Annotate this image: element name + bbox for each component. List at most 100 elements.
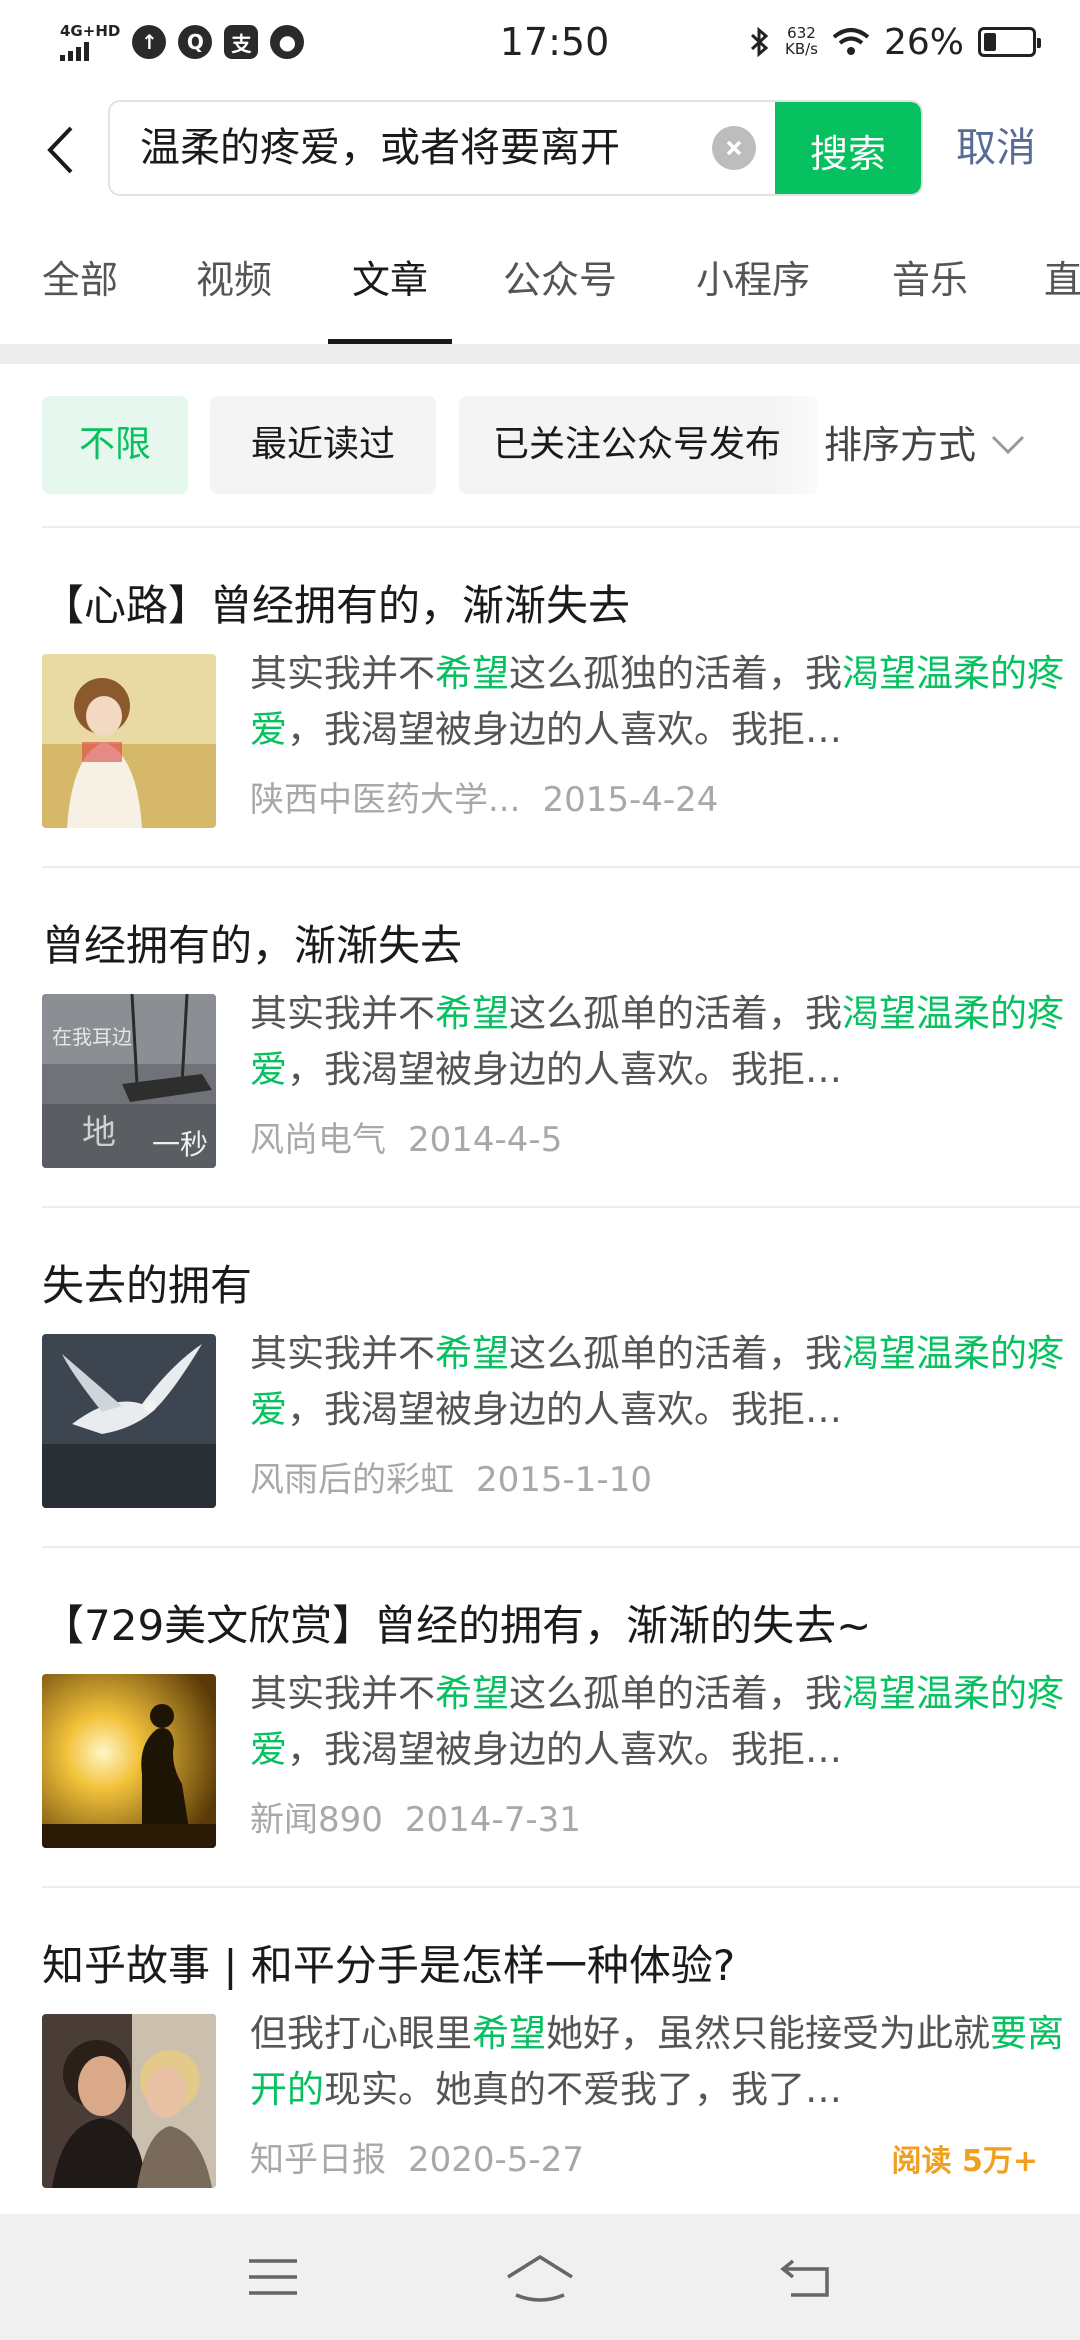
signal-icon xyxy=(60,41,89,61)
result-source[interactable]: 陕西中医药大学... xyxy=(250,780,520,820)
search-header: 温柔的疼爱，或者将要离开 搜索 取消 xyxy=(0,100,1080,200)
clock: 17:50 xyxy=(499,20,610,64)
result-date: 2015-4-24 xyxy=(542,780,719,820)
tab-music[interactable]: 音乐 xyxy=(892,240,968,344)
result-source[interactable]: 知乎日报 xyxy=(250,2140,386,2180)
result-date: 2020-5-27 xyxy=(408,2140,584,2180)
result-item[interactable]: 【心路】曾经拥有的，渐渐失去 其实我并不希望这么孤独的活着，我渴望温柔的疼爱，我… xyxy=(42,526,1080,866)
filter-chip-any[interactable]: 不限 xyxy=(42,396,188,494)
snippet-text: 这么孤单的活着，我 xyxy=(509,1332,842,1375)
result-title[interactable]: 知乎故事 | 和平分手是怎样一种体验? xyxy=(42,1932,735,1993)
wifi-icon xyxy=(832,28,870,55)
tab-mini-program[interactable]: 小程序 xyxy=(696,240,810,344)
result-date: 2014-7-31 xyxy=(404,1800,581,1840)
result-meta: 知乎日报 2020-5-27 xyxy=(250,2132,584,2181)
tab-video[interactable]: 视频 xyxy=(196,240,272,344)
result-thumbnail[interactable]: 在我耳边 一秒 地 xyxy=(42,994,216,1168)
thumbnail-image xyxy=(42,654,216,828)
result-item[interactable]: 失去的拥有 其实我并不希望这么孤单的活着，我渴望温柔的疼爱，我渴望被身边的人喜欢… xyxy=(42,1206,1080,1546)
battery-percent: 26% xyxy=(883,21,964,63)
snippet-text: 其实我并不 xyxy=(250,1672,435,1715)
back-button[interactable] xyxy=(30,118,90,182)
result-thumbnail[interactable] xyxy=(42,1334,216,1508)
result-snippet: 但我打心眼里希望她好，虽然只能接受为此就要离开的现实。她真的不爱我了，我了… xyxy=(250,2006,1070,2118)
filter-chip-followed[interactable]: 已关注公众号发布 xyxy=(459,396,819,494)
cancel-button[interactable]: 取消 xyxy=(956,100,1036,196)
upload-icon: ↑ xyxy=(132,25,167,59)
message-icon: ● xyxy=(270,25,305,59)
snippet-text: 她好，虽然只能接受为此就 xyxy=(546,2012,990,2055)
tab-article[interactable]: 文章 xyxy=(328,240,452,344)
result-source[interactable]: 新闻890 xyxy=(250,1800,383,1840)
bluetooth-icon xyxy=(750,26,769,58)
result-snippet: 其实我并不希望这么孤独的活着，我渴望温柔的疼爱，我渴望被身边的人喜欢。我拒… xyxy=(250,646,1070,758)
tab-official-account[interactable]: 公众号 xyxy=(503,240,617,344)
result-thumbnail[interactable] xyxy=(42,1674,216,1848)
sort-dropdown[interactable]: 排序方式 xyxy=(818,396,1027,494)
result-date: 2014-4-5 xyxy=(408,1120,563,1160)
result-snippet: 其实我并不希望这么孤单的活着，我渴望温柔的疼爱，我渴望被身边的人喜欢。我拒… xyxy=(250,1666,1070,1778)
clear-icon xyxy=(726,140,742,156)
thumbnail-image: 在我耳边 一秒 地 xyxy=(42,994,216,1168)
result-thumbnail[interactable] xyxy=(42,654,216,828)
search-button[interactable]: 搜索 xyxy=(775,102,921,194)
snippet-text: 其实我并不 xyxy=(250,1332,435,1375)
clear-button[interactable] xyxy=(712,126,756,170)
result-snippet: 其实我并不希望这么孤单的活着，我渴望温柔的疼爱，我渴望被身边的人喜欢。我拒… xyxy=(250,986,1070,1098)
result-meta: 新闻890 2014-7-31 xyxy=(250,1792,581,1841)
svg-text:地: 地 xyxy=(82,1113,116,1153)
status-right: 632 KB/s 26% xyxy=(749,21,1041,63)
network-type: 4G+HD xyxy=(60,21,121,40)
snippet-text: ，我渴望被身边的人喜欢。我拒… xyxy=(287,1048,842,1091)
tab-all[interactable]: 全部 xyxy=(42,240,118,344)
browser-icon: Q xyxy=(178,25,213,59)
result-title[interactable]: 【心路】曾经拥有的，渐渐失去 xyxy=(42,572,630,633)
snippet-text: 但我打心眼里 xyxy=(250,2012,472,2055)
search-input[interactable]: 温柔的疼爱，或者将要离开 xyxy=(140,102,700,194)
thumbnail-image xyxy=(42,1334,216,1508)
menu-icon xyxy=(249,2259,298,2295)
category-tabs: 全部 视频 文章 公众号 小程序 音乐 直 xyxy=(0,240,1080,344)
result-title[interactable]: 曾经拥有的，渐渐失去 xyxy=(42,912,462,973)
result-source[interactable]: 风尚电气 xyxy=(250,1120,386,1160)
back-nav-button[interactable] xyxy=(762,2242,852,2312)
result-item[interactable]: 知乎故事 | 和平分手是怎样一种体验? 但我打心眼里希望她好，虽然只能接受为此就… xyxy=(42,1886,1080,2226)
battery-level xyxy=(984,33,996,51)
sort-label: 排序方式 xyxy=(824,423,977,467)
snippet-highlight: 希望 xyxy=(472,2012,546,2055)
menu-button[interactable] xyxy=(228,2242,318,2312)
tab-live[interactable]: 直 xyxy=(1044,240,1080,344)
thumbnail-image xyxy=(42,1674,216,1848)
section-divider xyxy=(0,344,1080,364)
result-item[interactable]: 【729美文欣赏】曾经的拥有，渐渐的失去~ 其实我并不希望这么孤单的活着，我渴望… xyxy=(42,1546,1080,1886)
back-arrow-icon xyxy=(47,126,73,174)
home-button[interactable] xyxy=(495,2242,585,2312)
snippet-text: ，我渴望被身边的人喜欢。我拒… xyxy=(287,708,842,751)
result-meta: 陕西中医药大学... 2015-4-24 xyxy=(250,772,718,821)
snippet-text: ，我渴望被身边的人喜欢。我拒… xyxy=(287,1388,842,1431)
snippet-text: 这么孤独的活着，我 xyxy=(509,652,842,695)
network-speed: 632 KB/s xyxy=(785,25,818,58)
back-icon xyxy=(779,2259,829,2297)
result-item[interactable]: 曾经拥有的，渐渐失去 在我耳边 一秒 地 其实我并不希望这么孤单的活着，我渴望温… xyxy=(42,866,1080,1206)
battery-icon xyxy=(978,27,1041,57)
result-title[interactable]: 失去的拥有 xyxy=(42,1252,252,1313)
snippet-text: 其实我并不 xyxy=(250,992,435,1035)
search-box[interactable]: 温柔的疼爱，或者将要离开 搜索 xyxy=(108,100,923,196)
snippet-text: 现实。她真的不爱我了，我了… xyxy=(324,2068,842,2111)
snippet-highlight: 希望 xyxy=(435,1332,509,1375)
filter-chip-recently-read[interactable]: 最近读过 xyxy=(210,396,436,494)
svg-text:一秒: 一秒 xyxy=(152,1128,208,1161)
result-thumbnail[interactable] xyxy=(42,2014,216,2188)
snippet-highlight: 希望 xyxy=(435,1672,509,1715)
result-title[interactable]: 【729美文欣赏】曾经的拥有，渐渐的失去~ xyxy=(42,1592,871,1653)
snippet-text: 这么孤单的活着，我 xyxy=(509,992,842,1035)
result-snippet: 其实我并不希望这么孤单的活着，我渴望温柔的疼爱，我渴望被身边的人喜欢。我拒… xyxy=(250,1326,1070,1438)
result-source[interactable]: 风雨后的彩虹 xyxy=(250,1460,454,1500)
home-icon xyxy=(507,2254,573,2302)
snippet-text: ，我渴望被身边的人喜欢。我拒… xyxy=(287,1728,842,1771)
filter-row: 不限 最近读过 已关注公众号发布 排序方式 xyxy=(42,396,1080,496)
status-bar: 4G+HD ↑ Q 支 ● 17:50 632 KB/s 26% xyxy=(0,0,1080,84)
result-meta: 风雨后的彩虹 2015-1-10 xyxy=(250,1452,652,1501)
result-meta: 风尚电气 2014-4-5 xyxy=(250,1112,562,1161)
